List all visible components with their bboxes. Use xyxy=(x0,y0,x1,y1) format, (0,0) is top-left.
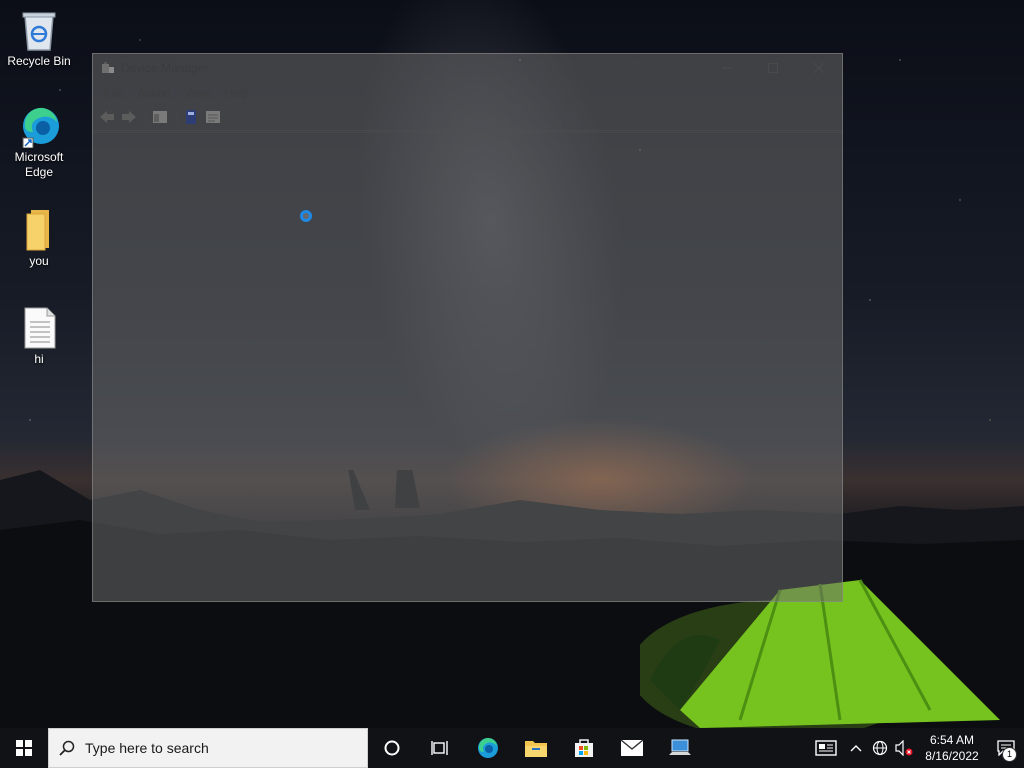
taskbar-edge-button[interactable] xyxy=(464,728,512,768)
console-tree-icon xyxy=(153,111,167,123)
recycle-bin-label: Recycle Bin xyxy=(7,54,71,68)
close-button[interactable] xyxy=(796,54,842,82)
help-book-icon xyxy=(186,110,196,124)
file-explorer-button[interactable] xyxy=(512,728,560,768)
recycle-bin-icon xyxy=(19,8,59,52)
microsoft-edge-label: Microsoft Edge xyxy=(14,150,64,179)
menu-view[interactable]: View xyxy=(178,86,218,100)
toolbar-separator xyxy=(145,108,146,126)
title-bar[interactable]: Device Manager xyxy=(93,54,842,82)
mail-button[interactable] xyxy=(608,728,656,768)
loading-spinner-icon xyxy=(300,210,312,222)
windows-logo-icon xyxy=(16,740,32,756)
clock[interactable]: 6:54 AM 8/16/2022 xyxy=(916,732,988,764)
maximize-button[interactable] xyxy=(750,54,796,82)
show-hide-console-tree-button[interactable] xyxy=(150,107,170,127)
folder-icon xyxy=(19,208,59,252)
text-file-icon xyxy=(19,306,59,350)
menu-help[interactable]: Help xyxy=(218,86,257,100)
taskbar: Type here to search 6:54 AM 8/16/2022 1 xyxy=(0,728,1024,768)
forward-arrow-icon xyxy=(122,111,136,123)
toolbar xyxy=(93,104,842,131)
menu-bar: File Action View Help xyxy=(93,82,842,104)
properties-icon xyxy=(206,111,220,123)
mail-envelope-icon xyxy=(620,739,644,756)
close-icon xyxy=(813,62,825,74)
file-explorer-folder-icon xyxy=(525,741,547,757)
search-box[interactable]: Type here to search xyxy=(48,728,368,768)
device-tree-pane[interactable] xyxy=(93,132,842,601)
hi-file-label: hi xyxy=(34,352,44,366)
notification-count-badge: 1 xyxy=(1002,747,1017,762)
cortana-button[interactable] xyxy=(368,728,416,768)
microsoft-store-button[interactable] xyxy=(560,728,608,768)
store-bag-icon xyxy=(575,739,593,757)
laptop-monitor-icon xyxy=(669,739,691,755)
menu-file[interactable]: File xyxy=(97,86,130,100)
action-center-button[interactable]: 1 xyxy=(988,728,1024,768)
cortana-circle-icon xyxy=(384,740,400,756)
news-interests-button[interactable] xyxy=(808,728,844,768)
minimize-icon xyxy=(722,67,732,69)
desktop-icon-you-folder[interactable]: you xyxy=(3,208,75,269)
clock-time: 6:54 AM xyxy=(929,733,975,747)
edge-icon xyxy=(19,104,59,149)
clock-date: 8/16/2022 xyxy=(925,749,979,763)
remote-desktop-button[interactable] xyxy=(656,728,704,768)
you-folder-label: you xyxy=(29,254,49,268)
show-hidden-icons-button[interactable] xyxy=(844,728,868,768)
device-manager-icon xyxy=(102,62,114,73)
help-button[interactable] xyxy=(181,107,201,127)
toolbar-separator xyxy=(176,108,177,126)
desktop-icon-hi-file[interactable]: hi xyxy=(3,306,75,367)
maximize-icon xyxy=(768,63,778,73)
search-icon xyxy=(49,740,85,756)
search-placeholder: Type here to search xyxy=(85,740,209,756)
forward-button[interactable] xyxy=(119,107,139,127)
task-view-icon xyxy=(431,741,448,755)
system-tray: 6:54 AM 8/16/2022 1 xyxy=(808,728,1024,768)
edge-icon xyxy=(478,737,498,758)
device-manager-window[interactable]: Device Manager File Action View Help xyxy=(92,53,843,602)
start-button[interactable] xyxy=(0,728,48,768)
minimize-button[interactable] xyxy=(704,54,750,82)
chevron-up-icon xyxy=(850,745,862,752)
task-view-button[interactable] xyxy=(416,728,464,768)
network-button[interactable] xyxy=(868,728,892,768)
globe-network-icon xyxy=(872,740,888,756)
back-arrow-icon xyxy=(100,111,114,123)
news-icon xyxy=(815,740,837,756)
properties-button[interactable] xyxy=(203,107,223,127)
back-button[interactable] xyxy=(97,107,117,127)
volume-muted-icon xyxy=(895,740,913,756)
desktop-icon-microsoft-edge[interactable]: Microsoft Edge xyxy=(3,104,75,180)
volume-button[interactable] xyxy=(892,728,916,768)
menu-action[interactable]: Action xyxy=(130,86,177,100)
desktop-icon-recycle-bin[interactable]: Recycle Bin xyxy=(3,8,75,69)
window-title: Device Manager xyxy=(121,61,209,75)
